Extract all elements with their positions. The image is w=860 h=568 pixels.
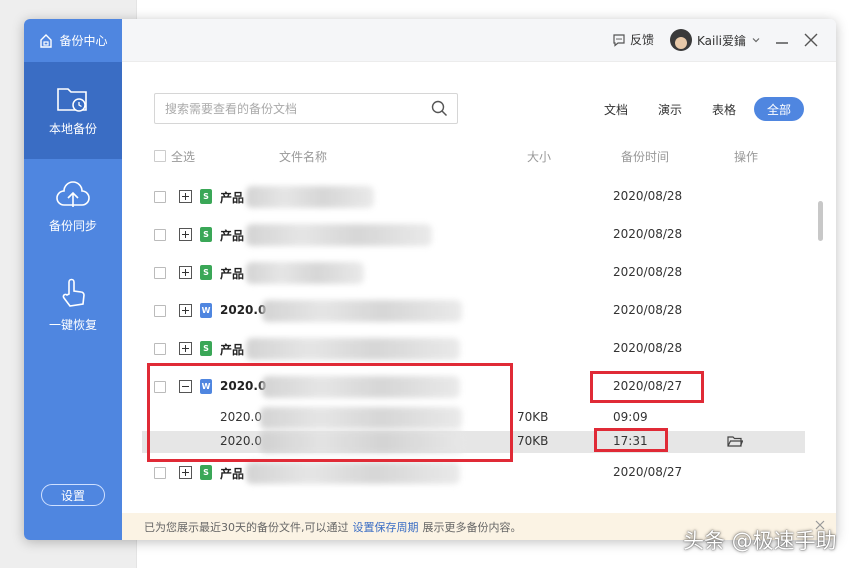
cloud-upload-icon (56, 181, 90, 207)
sidebar-item-local-backup[interactable]: 本地备份 (24, 62, 122, 159)
column-action: 操作 (734, 150, 759, 164)
search-box (154, 93, 458, 124)
chevron-down-icon (752, 38, 760, 43)
word-file-icon: W (200, 303, 212, 318)
file-name: 2020.0 (220, 303, 267, 317)
minimize-button[interactable] (773, 31, 791, 49)
spreadsheet-file-icon: S (200, 189, 212, 204)
spreadsheet-file-icon: S (200, 341, 212, 356)
row-checkbox[interactable] (154, 267, 166, 279)
hand-pointer-icon (62, 278, 85, 307)
avatar (670, 29, 692, 51)
username: Kaili爱鑰 (697, 33, 747, 48)
titlebar: 反馈 Kaili爱鑰 (122, 19, 836, 62)
backup-date: 2020/08/28 (613, 189, 683, 203)
blurred-filename (246, 224, 432, 246)
blurred-filename (246, 262, 364, 284)
blurred-filename (246, 338, 460, 360)
column-name: 文件名称 (279, 150, 328, 164)
retention-settings-link[interactable]: 设置保存周期 (353, 519, 419, 535)
row-checkbox[interactable] (154, 191, 166, 203)
expand-button[interactable] (179, 342, 192, 355)
file-name: 产品 (220, 467, 245, 481)
row-checkbox[interactable] (154, 229, 166, 241)
tab-sheet[interactable]: 表格 (704, 97, 744, 121)
backup-date: 2020/08/27 (613, 465, 683, 479)
tab-slide[interactable]: 演示 (650, 97, 690, 121)
sidebar-item-backup-sync[interactable]: 备份同步 (24, 159, 122, 256)
backup-date: 2020/08/28 (613, 227, 683, 241)
row-checkbox[interactable] (154, 467, 166, 479)
column-size: 大小 (527, 150, 552, 164)
column-select-all[interactable]: 全选 (171, 148, 195, 165)
backup-date: 2020/08/28 (613, 265, 683, 279)
blurred-filename (246, 186, 374, 208)
annotation-box-date (590, 371, 704, 403)
spreadsheet-file-icon: S (200, 227, 212, 242)
sidebar-item-label: 备份同步 (48, 219, 97, 233)
blurred-filename (246, 462, 460, 484)
minimize-icon (776, 42, 788, 44)
spreadsheet-file-icon: S (200, 265, 212, 280)
sidebar-item-label: 一键恢复 (48, 318, 97, 332)
select-all-checkbox[interactable] (154, 150, 166, 162)
backup-center-window: 备份中心 本地备份 备份同步 一键恢复 设置 反馈 Kaili爱鑰 搜索需要查看… (24, 19, 836, 540)
blurred-filename (262, 300, 462, 322)
folder-clock-icon (57, 88, 87, 112)
watermark: 头条 @极速手助 (683, 529, 837, 553)
expand-button[interactable] (179, 190, 192, 203)
spreadsheet-file-icon: S (200, 465, 212, 480)
file-name: 产品 (220, 191, 245, 205)
annotation-box-time (594, 428, 668, 452)
annotation-box-file (147, 363, 513, 462)
open-folder-icon[interactable] (727, 434, 743, 448)
backup-logo-icon (40, 33, 53, 48)
settings-button[interactable]: 设置 (41, 484, 105, 506)
chat-bubble-icon (613, 33, 625, 47)
search-input[interactable] (165, 100, 425, 118)
search-icon[interactable] (431, 100, 448, 117)
row-checkbox[interactable] (154, 305, 166, 317)
brand-label: 备份中心 (59, 34, 108, 48)
user-menu[interactable]: Kaili爱鑰 (670, 29, 761, 51)
expand-button[interactable] (179, 228, 192, 241)
version-time: 09:09 (613, 410, 648, 424)
brand: 备份中心 (24, 19, 122, 62)
row-checkbox[interactable] (154, 343, 166, 355)
sidebar-item-label: 本地备份 (48, 122, 97, 136)
expand-button[interactable] (179, 266, 192, 279)
tab-doc[interactable]: 文档 (596, 97, 636, 121)
scrollbar-thumb[interactable] (818, 201, 823, 241)
tab-all[interactable]: 全部 (754, 97, 804, 121)
version-size: 70KB (517, 434, 549, 448)
sidebar: 备份中心 本地备份 备份同步 一键恢复 设置 (24, 19, 122, 540)
close-button[interactable] (802, 31, 820, 49)
version-size: 70KB (517, 410, 549, 424)
sidebar-item-one-click-restore[interactable]: 一键恢复 (24, 256, 122, 353)
file-name: 产品 (220, 229, 245, 243)
footer-text: 已为您展示最近30天的备份文件,可以通过 (144, 520, 349, 534)
expand-button[interactable] (179, 466, 192, 479)
file-name: 产品 (220, 343, 245, 357)
expand-button[interactable] (179, 304, 192, 317)
feedback-label: 反馈 (630, 33, 655, 47)
column-time: 备份时间 (621, 150, 670, 164)
feedback-button[interactable]: 反馈 (612, 31, 654, 48)
backup-date: 2020/08/28 (613, 341, 683, 355)
footer-text-after: 展示更多备份内容。 (422, 520, 522, 534)
close-icon (804, 33, 818, 47)
backup-date: 2020/08/28 (613, 303, 683, 317)
file-name: 产品 (220, 267, 245, 281)
